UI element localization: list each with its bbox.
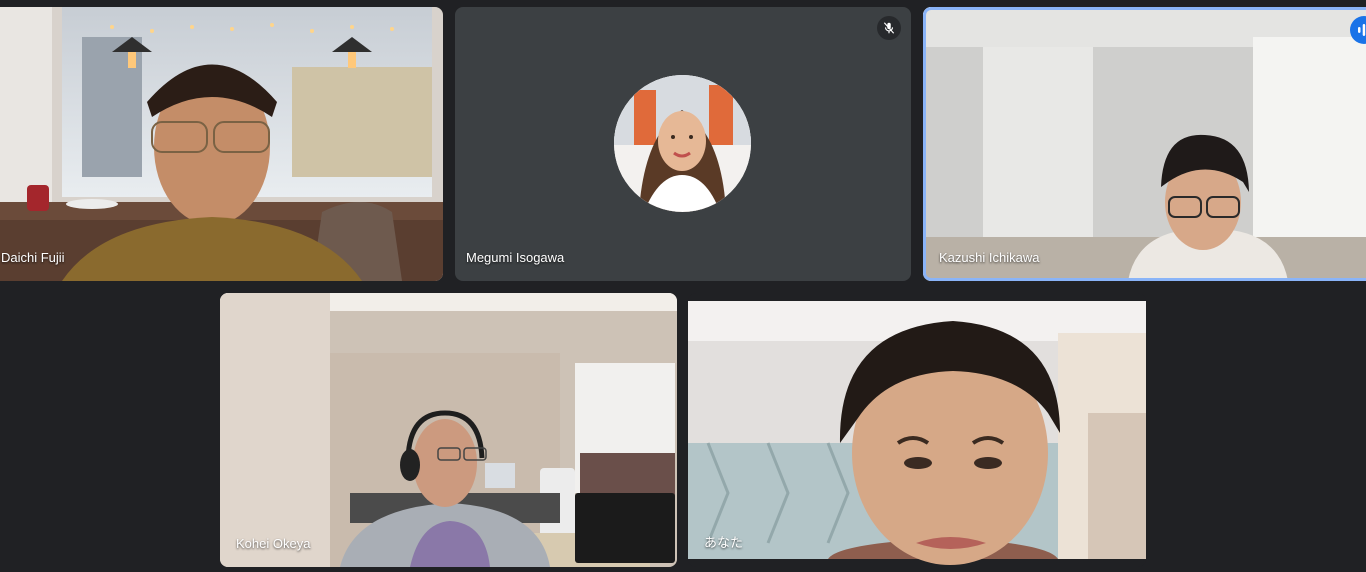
participant-name: あなた — [704, 535, 744, 550]
participant-tile-kazushi-ichikawa[interactable]: Kazushi Ichikawa — [923, 7, 1366, 281]
participant-video — [0, 7, 443, 281]
participant-video — [923, 7, 1366, 281]
participant-tile-megumi-isogawa[interactable]: Megumi Isogawa — [455, 7, 911, 281]
participant-tile-kohei-okeya[interactable]: Kohei Okeya — [220, 293, 677, 567]
avatar — [614, 75, 751, 212]
mic-off-icon — [877, 16, 901, 40]
participant-video — [688, 293, 1146, 567]
participant-name: Daichi Fujii — [1, 250, 65, 265]
participant-tile-daichi-fujii[interactable]: Daichi Fujii — [0, 7, 443, 281]
participant-name: Megumi Isogawa — [466, 250, 565, 265]
participant-tile-self[interactable]: あなた — [688, 293, 1146, 567]
participant-name: Kazushi Ichikawa — [939, 250, 1040, 265]
participant-video — [220, 293, 677, 567]
participant-name: Kohei Okeya — [236, 536, 311, 551]
